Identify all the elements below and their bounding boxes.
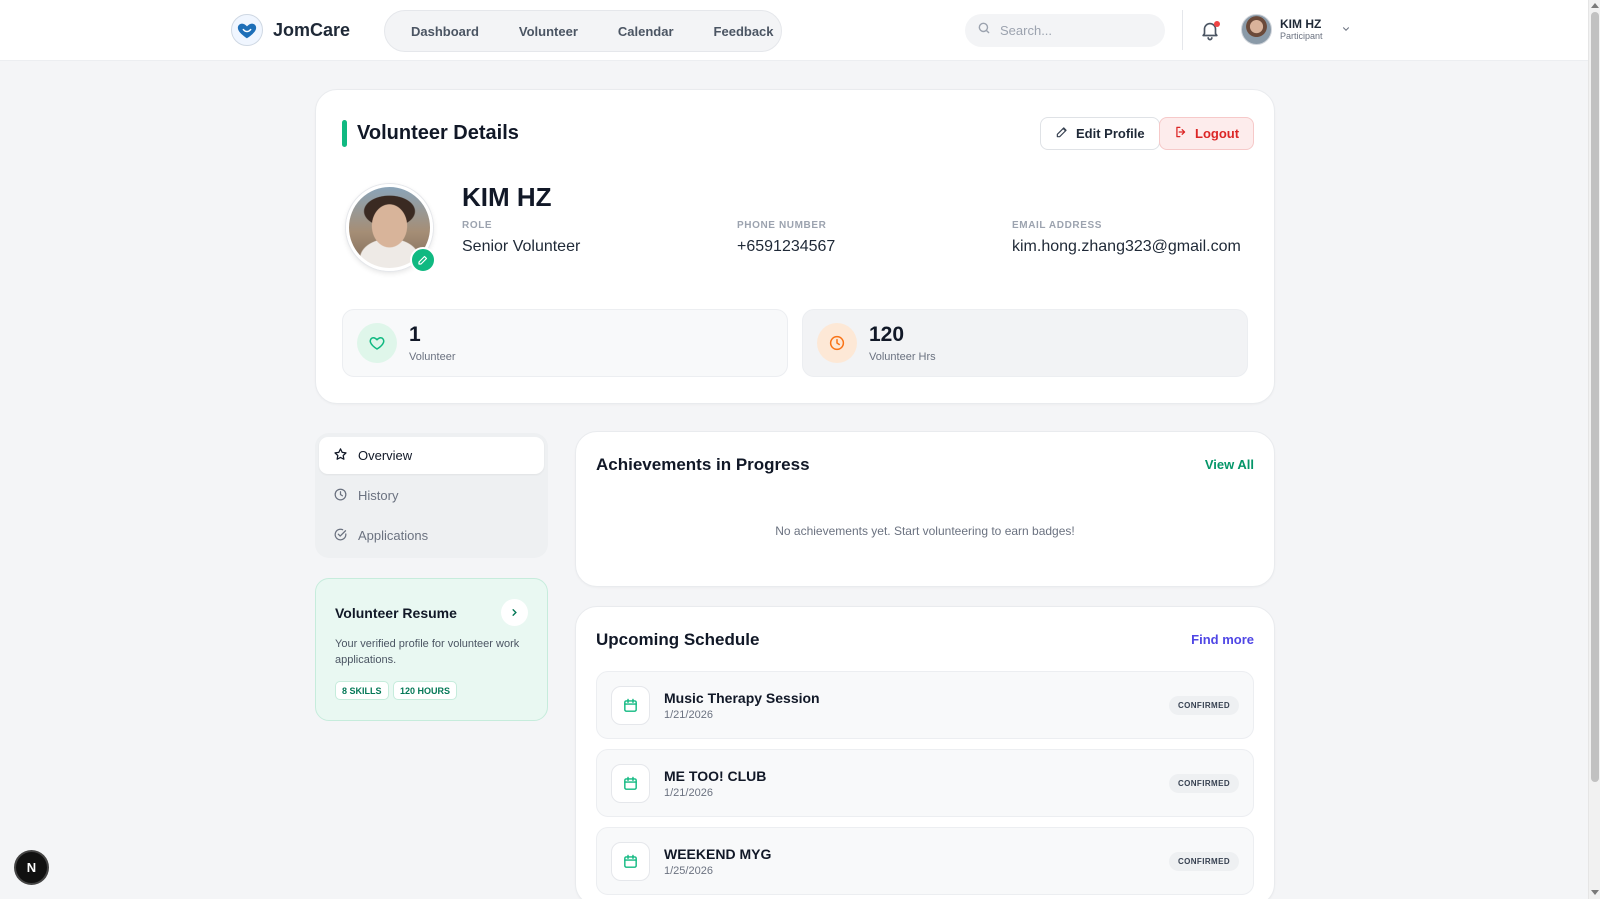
scroll-down-arrow-icon[interactable] [1591,890,1599,895]
clock-icon [333,487,348,505]
pencil-icon [1055,125,1069,142]
role-label: ROLE [462,220,493,231]
star-icon [333,447,348,465]
logout-label: Logout [1195,126,1240,141]
divider [1182,10,1183,50]
view-all-link[interactable]: View All [1205,457,1254,472]
heart-logo-icon [231,14,263,46]
tab-overview[interactable]: Overview [319,437,544,474]
achievements-title: Achievements in Progress [596,455,810,474]
status-badge: CONFIRMED [1168,774,1239,793]
nav-calendar[interactable]: Calendar [618,24,674,39]
schedule-title: Upcoming Schedule [596,630,760,649]
scrollbar[interactable] [1588,0,1600,899]
notification-bell-icon[interactable] [1199,19,1221,41]
email-label: EMAIL ADDRESS [1012,220,1103,231]
list-item[interactable]: WEEKEND MYG 1/25/2026 CONFIRMED [596,827,1254,895]
upcoming-schedule-card: Upcoming Schedule Find more Music Therap… [575,606,1275,899]
volunteer-resume-card[interactable]: Volunteer Resume Your verified profile f… [315,578,548,721]
find-more-link[interactable]: Find more [1191,632,1254,647]
nav-volunteer[interactable]: Volunteer [519,24,578,39]
section-header: Volunteer Details [342,120,519,147]
calendar-icon [611,764,650,803]
user-name: KIM HZ [1280,17,1322,31]
tab-label: Applications [358,528,429,543]
volunteer-details-card: Volunteer Details Edit Profile Logout KI… [315,89,1275,404]
calendar-icon [611,686,650,725]
nav-dashboard[interactable]: Dashboard [411,24,479,39]
nav-feedback[interactable]: Feedback [714,24,774,39]
brand-name: JomCare [273,19,351,40]
search-input[interactable] [1000,23,1150,38]
empty-state-text: No achievements yet. Start volunteering … [775,524,1075,538]
user-menu[interactable]: KIM HZ Participant [1241,14,1351,45]
event-date: 1/21/2026 [664,787,713,799]
search-icon [977,21,991,40]
calendar-icon [611,842,650,881]
accent-bar [342,120,347,147]
clock-icon [817,323,857,363]
check-circle-icon [333,527,348,545]
status-badge: CONFIRMED [1168,696,1239,715]
resume-description: Your verified profile for volunteer work… [335,638,520,666]
tab-applications[interactable]: Applications [319,517,544,554]
hours-chip: 120 HOURS [393,681,458,700]
role-value: Senior Volunteer [462,238,581,255]
event-date: 1/25/2026 [664,865,713,877]
pencil-icon [418,255,428,265]
tab-history[interactable]: History [319,477,544,514]
brand[interactable]: JomCare [231,14,350,46]
stat-value: 1 [409,322,421,346]
stat-label: Volunteer Hrs [869,350,936,363]
chevron-right-icon[interactable] [501,599,528,626]
profile-tabs: Overview History Applications [315,433,548,558]
stat-value: 120 [869,322,905,346]
event-date: 1/21/2026 [664,709,713,721]
skills-chip: 8 SKILLS [335,681,389,700]
resume-title: Volunteer Resume [335,605,457,621]
notification-dot [1214,21,1220,27]
page-title: Volunteer Details [357,122,519,144]
edit-profile-button[interactable]: Edit Profile [1040,117,1160,150]
phone-value: +6591234567 [737,238,836,255]
stat-volunteer: 1 Volunteer [342,309,788,377]
achievements-card: Achievements in Progress View All No ach… [575,431,1275,587]
next-dev-badge[interactable]: N [16,852,47,883]
phone-label: PHONE NUMBER [737,220,827,231]
event-title: Music Therapy Session [664,690,820,706]
search-box [965,14,1165,47]
chevron-down-icon [1341,21,1351,39]
stat-volunteer-hours: 120 Volunteer Hrs [802,309,1248,377]
list-item[interactable]: Music Therapy Session 1/21/2026 CONFIRME… [596,671,1254,739]
edit-profile-label: Edit Profile [1076,126,1145,141]
scroll-thumb[interactable] [1591,12,1599,782]
heart-icon [357,323,397,363]
profile-name: KIM HZ [462,182,552,212]
event-title: ME TOO! CLUB [664,768,767,784]
stat-label: Volunteer [409,350,456,363]
list-item[interactable]: ME TOO! CLUB 1/21/2026 CONFIRMED [596,749,1254,817]
scroll-up-arrow-icon[interactable] [1591,3,1599,8]
logout-button[interactable]: Logout [1159,117,1255,150]
tab-label: Overview [358,448,413,463]
email-value: kim.hong.zhang323@gmail.com [1012,238,1241,255]
top-navigation-bar: JomCare Dashboard Volunteer Calendar Fee… [0,0,1588,61]
user-role: Participant [1280,31,1323,41]
event-title: WEEKEND MYG [664,846,772,862]
main-nav: Dashboard Volunteer Calendar Feedback [384,10,782,52]
logout-icon [1174,125,1188,142]
avatar-edit-button[interactable] [410,247,436,273]
tab-label: History [358,488,399,503]
avatar [1241,14,1272,45]
status-badge: CONFIRMED [1168,852,1239,871]
